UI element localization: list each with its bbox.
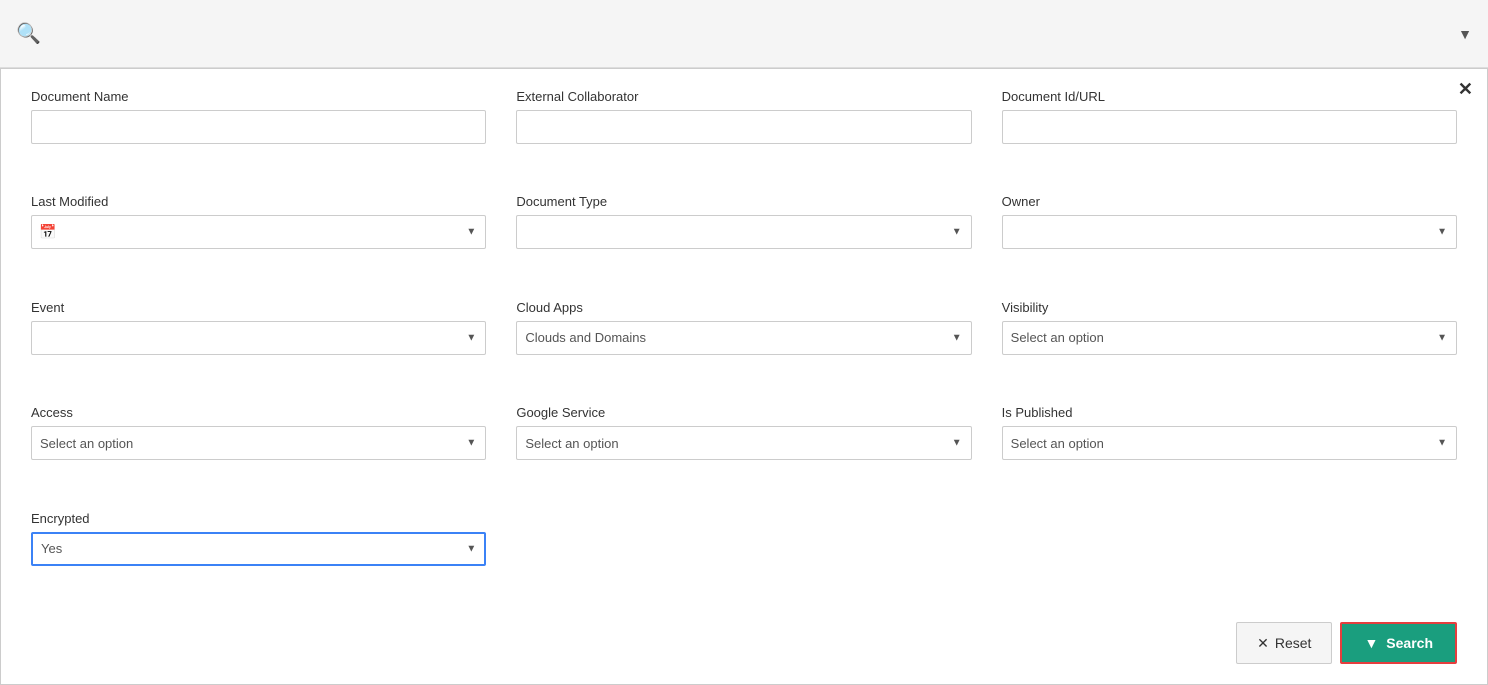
search-icon: 🔍 [16, 21, 41, 46]
is-published-group: Is Published Select an option Yes No [1002, 405, 1457, 492]
owner-label: Owner [1002, 194, 1457, 209]
footer-buttons: ✕ Reset ▼ Search [31, 614, 1457, 664]
encrypted-group: Encrypted Yes No [31, 511, 486, 598]
document-name-label: Document Name [31, 89, 486, 104]
empty-cell-1 [516, 511, 971, 598]
document-name-input[interactable] [31, 110, 486, 144]
event-label: Event [31, 300, 486, 315]
event-group: Event [31, 300, 486, 387]
owner-group: Owner [1002, 194, 1457, 281]
dropdown-arrow-icon: ▼ [1458, 26, 1472, 42]
external-collaborator-group: External Collaborator [516, 89, 971, 176]
document-name-group: Document Name [31, 89, 486, 176]
search-bar-right: ▼ [1458, 26, 1472, 42]
reset-label: Reset [1275, 635, 1312, 651]
last-modified-group: Last Modified 📅 ▼ [31, 194, 486, 281]
outer-container: 🔍 ▼ ✕ Document Name External Collaborato… [0, 0, 1488, 685]
access-select-wrapper: Select an option Read Write Admin [31, 426, 486, 460]
search-button[interactable]: ▼ Search [1340, 622, 1457, 664]
cloud-apps-select-wrapper: Clouds and Domains All Cloud Apps Google… [516, 321, 971, 355]
reset-icon: ✕ [1257, 635, 1269, 652]
google-service-label: Google Service [516, 405, 971, 420]
access-select[interactable]: Select an option Read Write Admin [31, 426, 486, 460]
access-group: Access Select an option Read Write Admin [31, 405, 486, 492]
external-collaborator-input[interactable] [516, 110, 971, 144]
access-label: Access [31, 405, 486, 420]
is-published-label: Is Published [1002, 405, 1457, 420]
cloud-apps-select[interactable]: Clouds and Domains All Cloud Apps Google… [516, 321, 971, 355]
encrypted-label: Encrypted [31, 511, 486, 526]
encrypted-select-wrapper: Yes No [31, 532, 486, 566]
google-service-select-wrapper: Select an option Gmail Drive Docs [516, 426, 971, 460]
visibility-select[interactable]: Select an option Public Private Shared [1002, 321, 1457, 355]
is-published-select-wrapper: Select an option Yes No [1002, 426, 1457, 460]
google-service-group: Google Service Select an option Gmail Dr… [516, 405, 971, 492]
filter-icon: ▼ [1364, 635, 1378, 651]
google-service-select[interactable]: Select an option Gmail Drive Docs [516, 426, 971, 460]
last-modified-wrapper: 📅 ▼ [31, 215, 486, 249]
reset-button[interactable]: ✕ Reset [1236, 622, 1332, 664]
visibility-select-wrapper: Select an option Public Private Shared [1002, 321, 1457, 355]
document-type-select-wrapper [516, 215, 971, 249]
document-type-group: Document Type [516, 194, 971, 281]
cloud-apps-group: Cloud Apps Clouds and Domains All Cloud … [516, 300, 971, 387]
event-select[interactable] [31, 321, 486, 355]
document-type-label: Document Type [516, 194, 971, 209]
visibility-group: Visibility Select an option Public Priva… [1002, 300, 1457, 387]
last-modified-select[interactable] [31, 215, 486, 249]
close-button[interactable]: ✕ [1458, 79, 1473, 100]
search-label: Search [1386, 635, 1433, 651]
owner-select-wrapper [1002, 215, 1457, 249]
owner-select[interactable] [1002, 215, 1457, 249]
encrypted-select[interactable]: Yes No [31, 532, 486, 566]
empty-cell-2 [1002, 511, 1457, 598]
external-collaborator-label: External Collaborator [516, 89, 971, 104]
document-type-select[interactable] [516, 215, 971, 249]
cloud-apps-label: Cloud Apps [516, 300, 971, 315]
document-id-url-group: Document Id/URL [1002, 89, 1457, 176]
search-bar: 🔍 ▼ [0, 0, 1488, 68]
document-id-url-label: Document Id/URL [1002, 89, 1457, 104]
last-modified-label: Last Modified [31, 194, 486, 209]
document-id-url-input[interactable] [1002, 110, 1457, 144]
form-grid: Document Name External Collaborator Docu… [31, 89, 1457, 598]
main-panel: ✕ Document Name External Collaborator Do… [0, 68, 1488, 685]
event-select-wrapper [31, 321, 486, 355]
search-bar-left: 🔍 [16, 21, 41, 46]
visibility-label: Visibility [1002, 300, 1457, 315]
is-published-select[interactable]: Select an option Yes No [1002, 426, 1457, 460]
